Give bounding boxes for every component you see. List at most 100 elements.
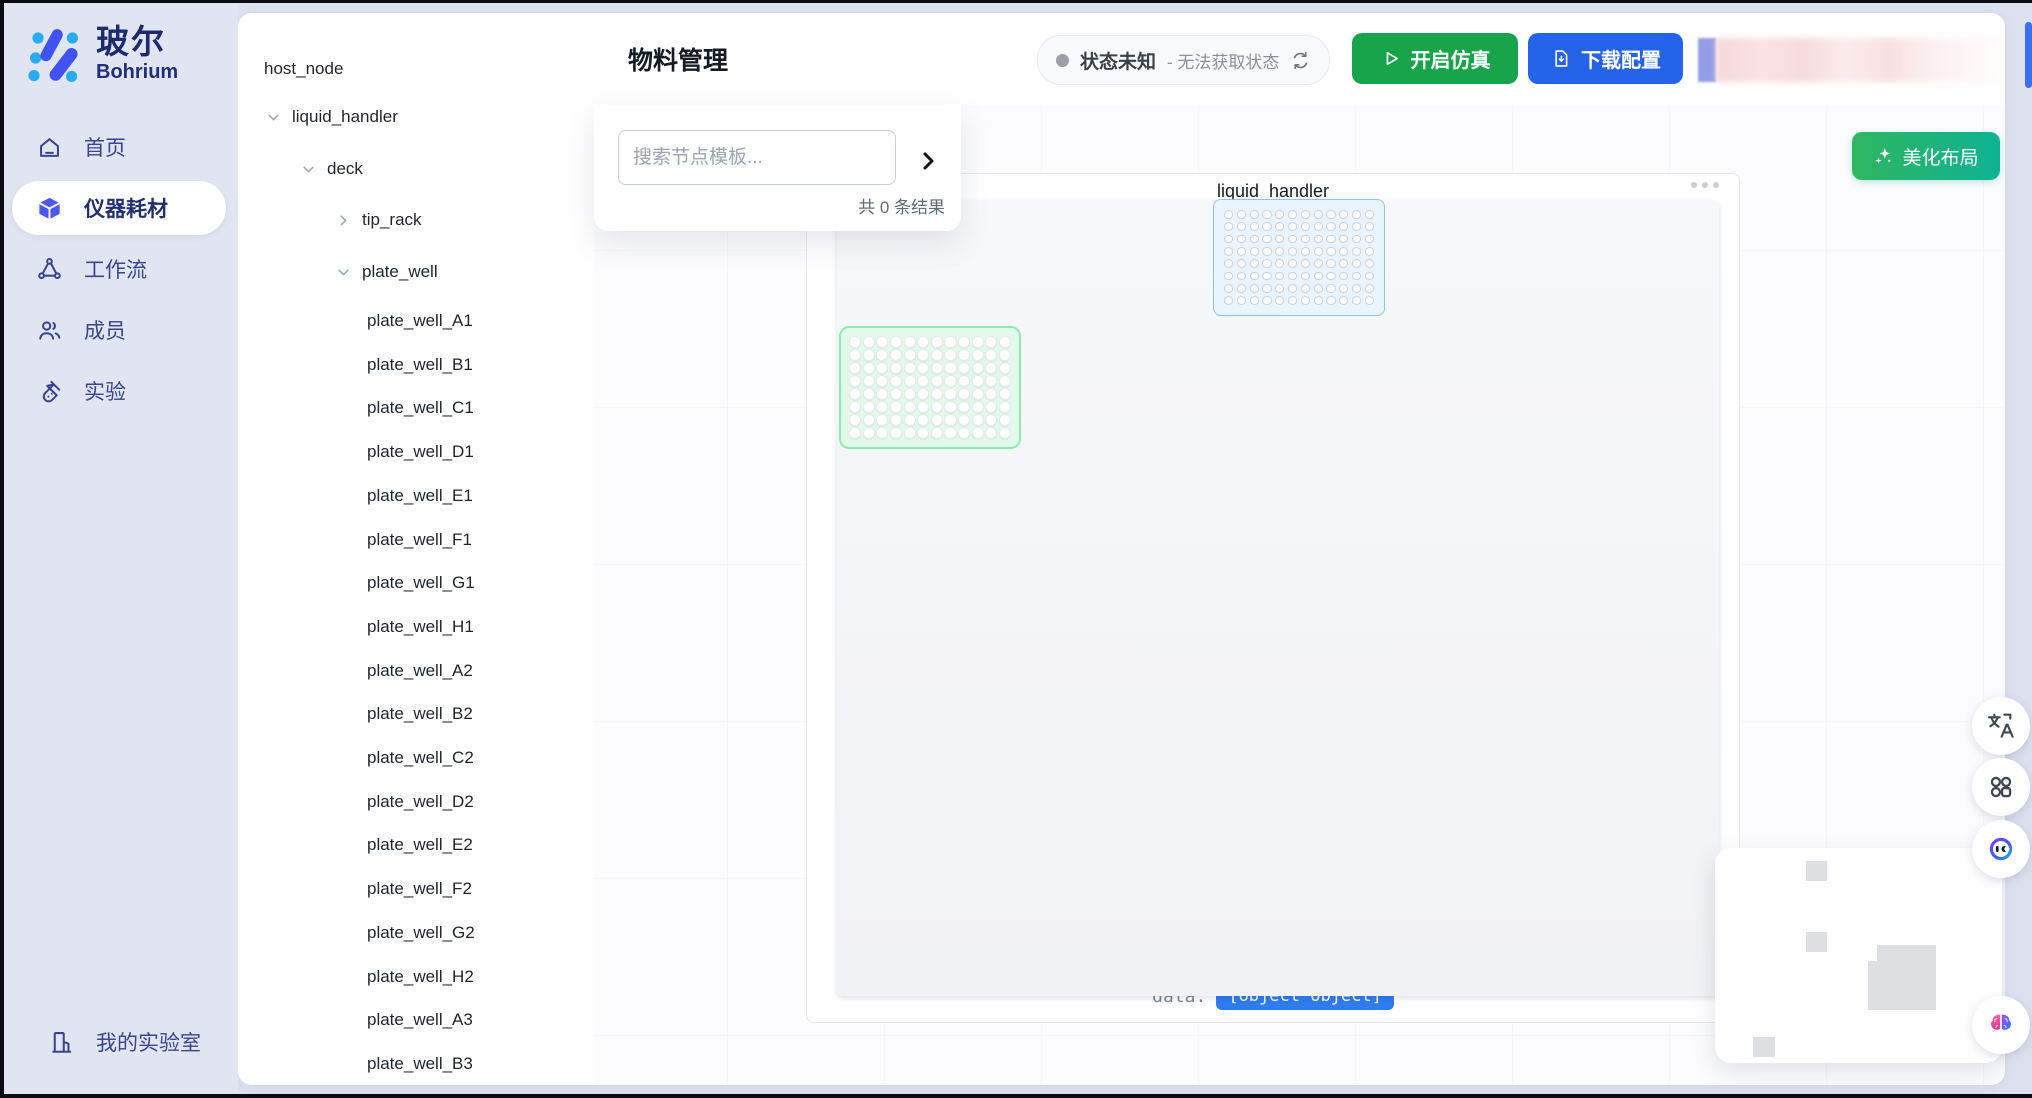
- plate-well-circle: [904, 375, 916, 387]
- plate-well-circle: [999, 362, 1011, 374]
- tree-item-label: plate_well_B3: [367, 1054, 473, 1074]
- plate-well-circle: [1262, 210, 1271, 219]
- sidebar-item-0[interactable]: 首页: [12, 120, 226, 174]
- tree-item-label: host_node: [264, 59, 343, 79]
- ai-brain-button[interactable]: [1972, 996, 2030, 1054]
- plate-well-circle: [1224, 259, 1233, 268]
- flow-canvas[interactable]: 共 0 条结果 美化布局 liquid_handler data: [objec…: [594, 105, 2005, 1085]
- deck-panel[interactable]: [837, 201, 1719, 996]
- tree-item[interactable]: liquid_handler: [238, 96, 621, 138]
- plate-well-circle: [1314, 222, 1323, 231]
- node-menu-dots-icon[interactable]: [1691, 182, 1719, 188]
- window-frame: [0, 0, 4, 1098]
- plate-well-circle: [1275, 259, 1284, 268]
- liquid-handler-node[interactable]: liquid_handler data: [object Object]: [806, 173, 1740, 1023]
- plate-well-circle: [1326, 235, 1335, 244]
- search-input[interactable]: [618, 130, 896, 185]
- chevron-down-icon[interactable]: [265, 109, 282, 126]
- tree-item-label: plate_well_H2: [367, 967, 474, 987]
- scrollbar-thumb[interactable]: [2025, 22, 2032, 88]
- plate-well-circle: [944, 349, 956, 361]
- tree-item-label: plate_well_E1: [367, 486, 473, 506]
- flow-minimap[interactable]: [1715, 848, 2002, 1063]
- apps-button[interactable]: [1972, 758, 2030, 816]
- window-frame: [0, 1094, 2032, 1098]
- plate-well-circle: [1326, 210, 1335, 219]
- plate-well-circle: [1352, 296, 1361, 305]
- plate-well-circle: [1339, 247, 1348, 256]
- plate-well-circle: [1314, 272, 1323, 281]
- plate-well-circle: [1275, 222, 1284, 231]
- tree-item[interactable]: host_node: [238, 48, 620, 90]
- plate-well-circle: [849, 349, 861, 361]
- plate-well-node[interactable]: [839, 326, 1021, 449]
- sidebar-item-label: 成员: [84, 315, 126, 345]
- sidebar-item-label: 我的实验室: [96, 1027, 201, 1057]
- plate-well-circle: [1301, 284, 1310, 293]
- chevron-right-icon[interactable]: [335, 212, 352, 229]
- plate-well-circle: [1339, 272, 1348, 281]
- minimap-node: [1806, 932, 1827, 952]
- plate-well-circle: [1314, 284, 1323, 293]
- plate-well-circle: [931, 388, 943, 400]
- plate-well-circle: [1326, 222, 1335, 231]
- download-config-button[interactable]: 下载配置: [1528, 33, 1683, 84]
- tree-item-label: plate_well_A1: [367, 311, 473, 331]
- tree-item-label: deck: [327, 159, 363, 179]
- plate-well-circle: [1288, 272, 1297, 281]
- refresh-status-button[interactable]: [1290, 50, 1311, 71]
- plate-well-circle: [972, 375, 984, 387]
- plate-well-circle: [1365, 222, 1374, 231]
- plate-well-circle: [849, 414, 861, 426]
- plate-well-circle: [1250, 296, 1259, 305]
- plate-well-circle: [1250, 235, 1259, 244]
- plate-well-circle: [1365, 235, 1374, 244]
- plate-well-circle: [1352, 284, 1361, 293]
- sidebar-item-4[interactable]: 实验: [12, 364, 226, 418]
- chevron-right-icon: [916, 149, 940, 173]
- plate-well-circle: [958, 427, 970, 439]
- plate-well-circle: [1352, 272, 1361, 281]
- beautify-layout-button[interactable]: 美化布局: [1852, 132, 2000, 180]
- plate-well-circle: [863, 427, 875, 439]
- home-icon: [36, 134, 63, 161]
- tree-item-label: plate_well_H1: [367, 617, 474, 637]
- brand-name-zh: 玻尔: [96, 24, 178, 60]
- plate-well-circle: [931, 336, 943, 348]
- plate-well-circle: [917, 336, 929, 348]
- plate-well-circle: [972, 349, 984, 361]
- plate-well-circle: [1326, 259, 1335, 268]
- sidebar-item-my-lab[interactable]: 我的实验室: [24, 1015, 214, 1069]
- plate-well-circle: [972, 388, 984, 400]
- search-submit-button[interactable]: [916, 149, 940, 173]
- plate-well-circle: [944, 375, 956, 387]
- plate-well-circle: [999, 349, 1011, 361]
- status-detail: - 无法获取状态: [1167, 48, 1279, 73]
- ai-assistant-button[interactable]: [1972, 820, 2030, 878]
- window-frame: [0, 0, 2032, 3]
- plate-well-circle: [890, 427, 902, 439]
- brand-name-en: Bohrium: [96, 60, 178, 84]
- plate-well-circle: [1288, 296, 1297, 305]
- sidebar-item-3[interactable]: 成员: [12, 303, 226, 357]
- plate-well-circle: [1250, 284, 1259, 293]
- plate-well-circle: [849, 427, 861, 439]
- plate-well-circle: [999, 427, 1011, 439]
- plate-well-circle: [958, 388, 970, 400]
- plate-well-circle: [1288, 235, 1297, 244]
- sidebar-item-2[interactable]: 工作流: [12, 242, 226, 296]
- sidebar-item-1[interactable]: 仪器耗材: [12, 181, 226, 235]
- translate-button[interactable]: [1972, 697, 2030, 755]
- plate-well-circle: [1237, 272, 1246, 281]
- plate-well-circle: [1262, 296, 1271, 305]
- plate-well-circle: [1237, 296, 1246, 305]
- tip-rack-plate-node[interactable]: [1213, 199, 1385, 316]
- plate-well-circle: [1365, 210, 1374, 219]
- tree-item-label: plate_well_E2: [367, 835, 473, 855]
- plate-well-circle: [985, 375, 997, 387]
- workflow-icon: [36, 256, 63, 283]
- start-simulation-button[interactable]: 开启仿真: [1352, 33, 1518, 84]
- plate-well-circle: [904, 401, 916, 413]
- chevron-down-icon[interactable]: [335, 264, 352, 281]
- chevron-down-icon[interactable]: [300, 161, 317, 178]
